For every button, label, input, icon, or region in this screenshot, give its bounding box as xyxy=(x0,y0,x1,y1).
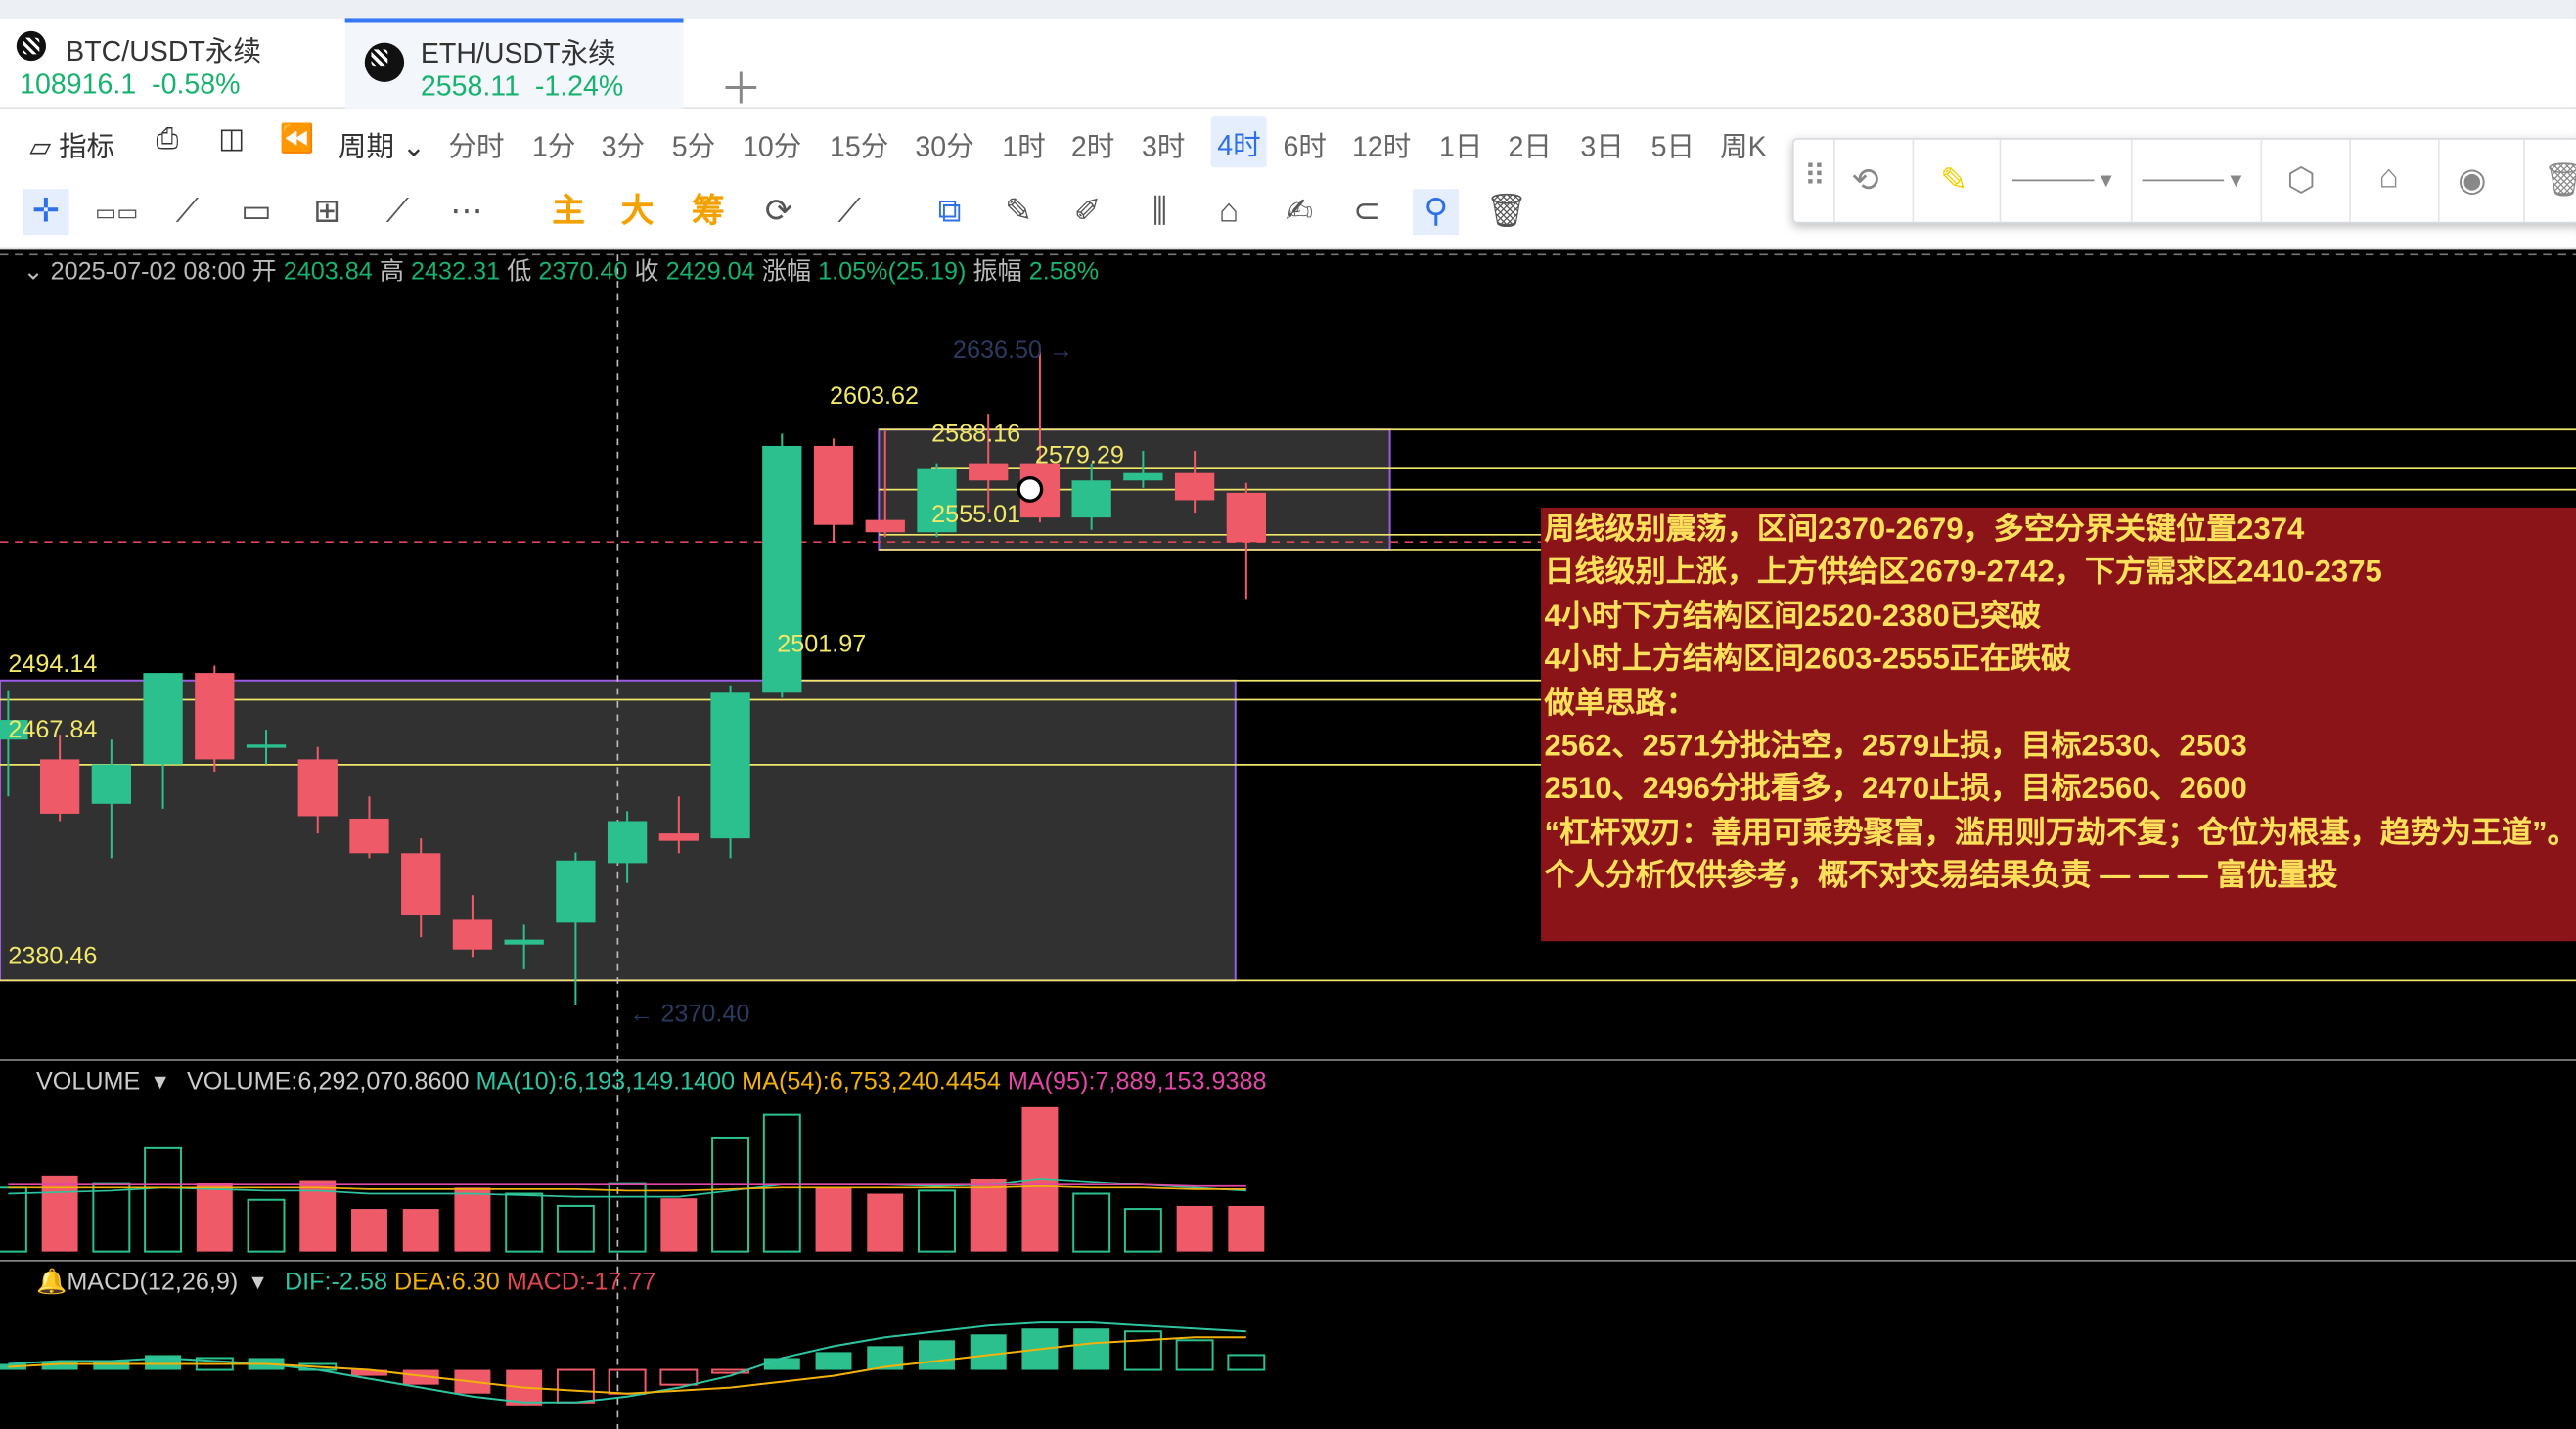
candle-body xyxy=(865,519,905,533)
volume-bar xyxy=(918,1189,956,1253)
volume-bar xyxy=(556,1204,595,1253)
volume-pane-divider[interactable] xyxy=(0,1059,2576,1061)
level-label: 2501.97 xyxy=(777,630,867,659)
candle-body xyxy=(246,744,287,748)
volume-ma10: MA(10):6,193,149.1400 xyxy=(475,1067,736,1096)
macd-name: MACD(12,26,9) xyxy=(67,1268,239,1296)
candle-body xyxy=(1071,480,1111,518)
candle-body xyxy=(349,818,389,854)
analysis-annotation[interactable]: 周线级别震荡，区间2370-2679，多空分界关键位置2374 日线级别上涨，上… xyxy=(1541,507,2576,942)
volume-bar xyxy=(762,1113,801,1253)
candle-body xyxy=(91,764,132,804)
volume-ma95: MA(95):7,889,153.9388 xyxy=(1007,1067,1267,1096)
level-label: 2603.62 xyxy=(829,382,920,411)
volume-value: VOLUME:6,292,070.8600 xyxy=(187,1067,470,1096)
candle-body xyxy=(1226,492,1266,543)
volume-bar xyxy=(1072,1192,1111,1253)
candle-body xyxy=(813,445,854,525)
candle-body xyxy=(297,759,338,817)
candle-body xyxy=(39,759,80,814)
candle-body xyxy=(401,853,441,915)
macd-histogram-bar xyxy=(815,1352,852,1370)
volume-bar xyxy=(0,1186,27,1253)
macd-histogram-bar xyxy=(556,1368,595,1404)
volume-bar xyxy=(92,1182,131,1253)
candle-body xyxy=(607,821,648,864)
candle-body xyxy=(969,463,1009,481)
bell-icon[interactable]: 🔔 xyxy=(36,1268,67,1296)
annotation-line: 4小时下方结构区间2520-2380已突破 xyxy=(1544,597,2042,633)
min-price-label: ← 2370.40 xyxy=(629,1000,750,1029)
chevron-down-icon[interactable]: ▾ xyxy=(154,1068,166,1096)
volume-bar xyxy=(815,1187,852,1252)
macd-pane-divider[interactable] xyxy=(0,1260,2576,1262)
level-label: 2494.14 xyxy=(8,650,98,679)
volume-bar xyxy=(351,1209,387,1252)
info-collapse-icon[interactable]: ⌄ xyxy=(23,258,44,287)
level-label: 2579.29 xyxy=(1034,441,1124,470)
candle-body xyxy=(143,673,183,765)
volume-bar xyxy=(711,1136,750,1253)
max-price-label: 2636.50 → xyxy=(952,336,1074,365)
macd-dea: DEA:6.30 xyxy=(393,1268,500,1296)
volume-bar xyxy=(1123,1208,1162,1253)
macd-histogram-bar xyxy=(1175,1339,1214,1371)
macd-histogram-bar xyxy=(93,1361,130,1370)
annotation-line: 做单思路： xyxy=(1544,684,1696,719)
annotation-line: 周线级别震荡，区间2370-2679，多空分界关键位置2374 xyxy=(1544,511,2305,546)
level-label: 2467.84 xyxy=(8,716,98,744)
macd-histogram-bar xyxy=(659,1368,699,1386)
macd-dif-line xyxy=(8,1321,1246,1404)
ohlc-infobar: ⌄ 2025-07-02 08:00 开 2403.84 高 2432.31 低… xyxy=(23,257,1100,287)
trading-app: BTC/USDT永续 108916.1 -0.58% ETH/USDT永续 25… xyxy=(0,0,2576,1429)
volume-bar xyxy=(247,1198,286,1253)
level-label: 2380.46 xyxy=(8,942,98,971)
candle-body xyxy=(658,833,699,841)
annotation-line: 个人分析仅供参考，概不对交易结果负责 — — — 富优量投 xyxy=(1544,858,2338,893)
macd-value: MACD:-17.77 xyxy=(506,1268,656,1296)
macd-dif: DIF:-2.58 xyxy=(284,1268,387,1296)
volume-bar xyxy=(1176,1205,1213,1252)
annotation-line: “杠杆双刃：善用可乘势聚富，滥用则万劫不复；仓位为根基，趋势为王道”。 xyxy=(1544,814,2576,849)
macd-histogram-bar xyxy=(1227,1354,1266,1371)
volume-bar xyxy=(1228,1205,1265,1252)
macd-indicator-header: 🔔MACD(12,26,9) ▾ DIF:-2.58 DEA:6.30 MACD… xyxy=(36,1267,655,1296)
volume-ma95-line xyxy=(8,1183,1246,1187)
volume-name: VOLUME xyxy=(35,1067,141,1096)
level-label: 2588.16 xyxy=(931,420,1021,449)
macd-histogram-bar xyxy=(919,1340,955,1370)
level-label: 2555.01 xyxy=(931,501,1021,529)
volume-bar xyxy=(454,1187,491,1252)
macd-histogram-bar xyxy=(1073,1328,1110,1370)
volume-bar xyxy=(505,1192,544,1253)
volume-ma54-line xyxy=(8,1184,1246,1192)
candle-body xyxy=(710,692,750,839)
annotation-line: 4小时上方结构区间2603-2555正在跌破 xyxy=(1544,641,2072,676)
macd-dea-line xyxy=(8,1336,1246,1395)
candle-body xyxy=(556,860,596,923)
candle-body xyxy=(1174,472,1215,501)
candle-body xyxy=(195,673,235,760)
candle-body xyxy=(452,919,493,950)
macd-histogram-bar xyxy=(1123,1330,1162,1371)
macd-histogram-bar xyxy=(608,1368,647,1395)
annotation-line: 2510、2496分批看多，2470止损，目标2560、2600 xyxy=(1544,771,2247,806)
volume-bar xyxy=(196,1183,233,1252)
volume-bar xyxy=(402,1209,439,1252)
volume-ma54: MA(54):6,753,240.4454 xyxy=(742,1067,1001,1096)
candle-body xyxy=(1123,472,1163,481)
drawing-anchor-handle xyxy=(1017,475,1044,503)
chevron-down-icon[interactable]: ▾ xyxy=(251,1268,264,1296)
annotation-line: 2562、2571分批沽空，2579止损，目标2530、2503 xyxy=(1544,727,2247,763)
macd-histogram-bar xyxy=(763,1358,800,1370)
volume-bar xyxy=(970,1178,1007,1252)
volume-indicator-header: VOLUME ▾ VOLUME:6,292,070.8600 MA(10):6,… xyxy=(35,1066,1267,1096)
volume-bar xyxy=(867,1193,904,1252)
volume-bar xyxy=(660,1198,698,1252)
volume-bar xyxy=(608,1182,647,1253)
candle-body xyxy=(504,939,544,945)
annotation-line: 日线级别上涨，上方供给区2679-2742，下方需求区2410-2375 xyxy=(1544,554,2382,589)
macd-histogram-bar xyxy=(970,1334,1007,1370)
volume-bar xyxy=(144,1146,183,1253)
